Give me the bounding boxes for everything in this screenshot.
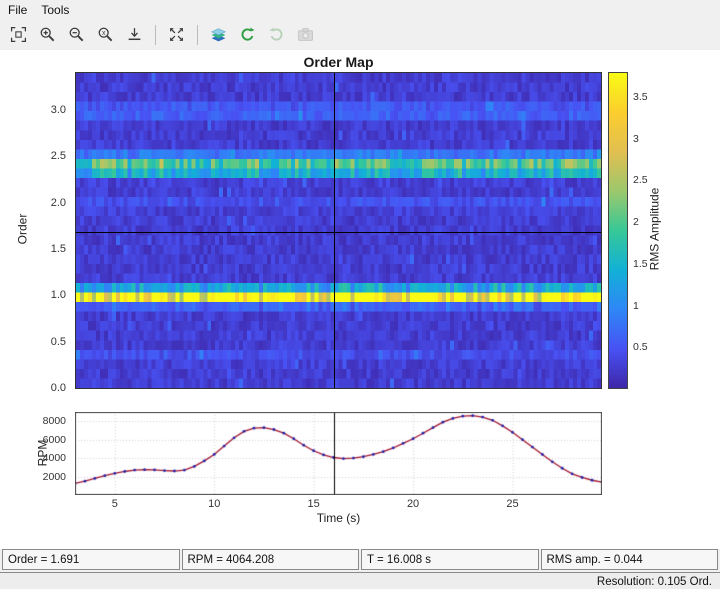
- status-bar: Order = 1.691 RPM = 4064.208 T = 16.008 …: [0, 549, 720, 570]
- zoom-in-icon: [40, 27, 55, 42]
- ordermap-y-tick: 2.5: [50, 150, 66, 163]
- ordermap-y-axis: 0.0 0.5 1.0 1.5 2.0 2.5 3.0: [26, 72, 70, 394]
- zoom-x-icon: x: [98, 27, 113, 42]
- rpm-x-axis: 5 10 15 20 25: [75, 498, 602, 512]
- fit-y-button[interactable]: [121, 21, 148, 48]
- rpm-x-tick: 10: [208, 498, 221, 510]
- rotate-cw-button: [263, 21, 290, 48]
- toolbar-separator: [197, 24, 198, 45]
- menu-tools[interactable]: Tools: [41, 3, 69, 17]
- rpm-y-tick: 4000: [42, 452, 66, 465]
- status-rpm: RPM = 4064.208: [181, 549, 359, 570]
- fit-to-view-button[interactable]: [5, 21, 32, 48]
- menu-file[interactable]: File: [8, 3, 27, 17]
- menu-bar: File Tools: [0, 0, 720, 19]
- rpm-x-tick: 5: [111, 498, 118, 510]
- fit-y-icon: [128, 28, 141, 41]
- colormap-icon: [210, 28, 227, 42]
- ordermap-y-tick: 1.0: [50, 289, 66, 302]
- fit-to-view-icon: [10, 26, 27, 43]
- rpm-y-tick: 2000: [42, 470, 66, 483]
- zoom-out-button[interactable]: [63, 21, 90, 48]
- order-map-heatmap[interactable]: [76, 73, 601, 388]
- rpm-profile-chart[interactable]: [75, 412, 602, 495]
- rotate-ccw-button[interactable]: [234, 21, 261, 48]
- colorbar-tick: 3.5: [633, 91, 648, 104]
- colorbar-tick: 0.5: [633, 341, 648, 354]
- status-time: T = 16.008 s: [361, 549, 539, 570]
- rotate-ccw-icon: [241, 27, 255, 41]
- toolbar-separator: [155, 24, 156, 45]
- snapshot-icon: [298, 28, 313, 41]
- zoom-in-button[interactable]: [34, 21, 61, 48]
- zoom-out-icon: [69, 27, 84, 42]
- rpm-y-tick: 8000: [42, 415, 66, 428]
- rpm-y-tick: 6000: [42, 433, 66, 446]
- colorbar-tick: 3: [633, 132, 639, 145]
- rpm-x-tick: 25: [506, 498, 519, 510]
- svg-text:x: x: [102, 30, 106, 37]
- rpm-x-tick: 20: [406, 498, 420, 510]
- status-order: Order = 1.691: [2, 549, 180, 570]
- footer-bar: Resolution: 0.105 Ord.: [0, 572, 720, 589]
- rpm-x-tick: 15: [307, 498, 320, 510]
- resolution-label: Resolution: 0.105 Ord.: [596, 575, 712, 588]
- colorbar-label: RMS Amplitude: [647, 187, 662, 271]
- scale-xy-icon: [170, 28, 183, 41]
- snapshot-button: [292, 21, 319, 48]
- ordermap-y-tick: 2.0: [50, 196, 66, 209]
- order-map-plot[interactable]: [75, 72, 602, 389]
- crosshair-vertical-line[interactable]: [333, 73, 335, 388]
- ordermap-y-tick: 3.0: [50, 103, 66, 116]
- status-rms: RMS amp. = 0.044: [540, 549, 718, 570]
- colorbar: [608, 72, 628, 389]
- colorbar-tick: 2.5: [633, 174, 648, 187]
- ordermap-y-tick: 1.5: [50, 242, 66, 255]
- ordermap-y-tick: 0.5: [50, 335, 66, 348]
- colormap-button[interactable]: [205, 21, 232, 48]
- chart-title: Order Map: [303, 54, 374, 70]
- toolbar: x: [0, 19, 720, 51]
- app-window: File Tools x Order Map Order 0.0 0.5 1.0 1.…: [0, 0, 720, 589]
- crosshair-horizontal-line[interactable]: [76, 232, 601, 234]
- ordermap-y-tick: 0.0: [50, 382, 66, 394]
- rpm-xlabel: Time (s): [316, 511, 361, 525]
- rotate-cw-icon: [269, 27, 283, 41]
- rpm-y-axis: 2000 4000 6000 8000: [26, 412, 70, 495]
- rpm-profile-plot[interactable]: [75, 412, 602, 495]
- colorbar-tick: 2: [633, 216, 639, 229]
- colorbar-tick: 1.5: [633, 257, 648, 270]
- colorbar-tick: 1: [633, 299, 639, 312]
- figure-area: Order Map Order 0.0 0.5 1.0 1.5 2.0 2.5 3.0 0.…: [0, 50, 720, 549]
- zoom-x-button[interactable]: x: [92, 21, 119, 48]
- scale-xy-button[interactable]: [163, 21, 190, 48]
